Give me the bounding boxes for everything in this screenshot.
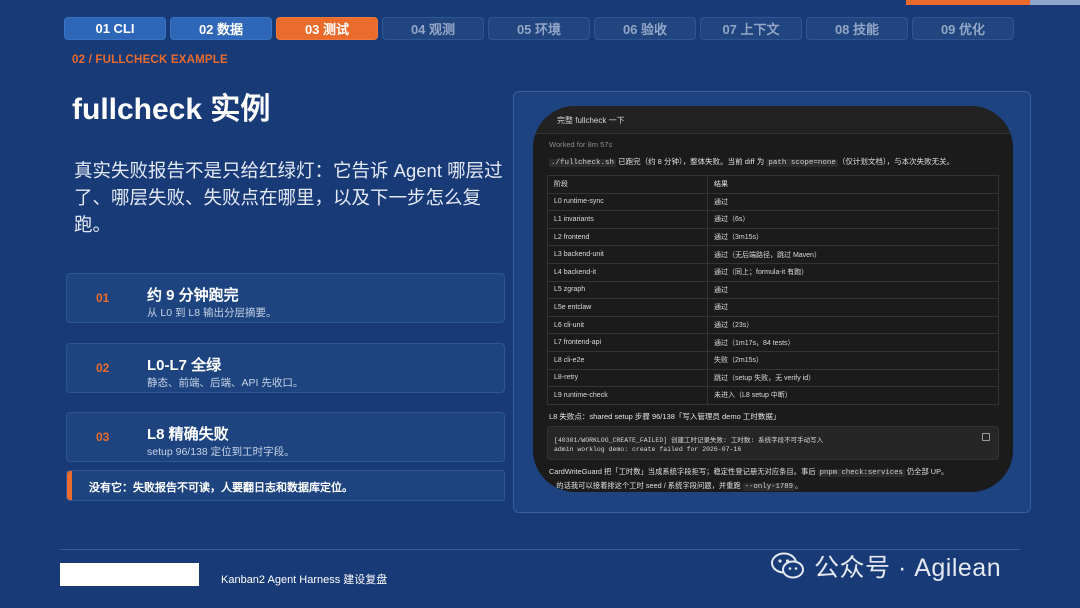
point-card-2: 02 L0-L7 全绿 静态、前端、后端、API 先收口。	[66, 343, 505, 393]
footer-text: Kanban2 Agent Harness 建设复盘	[221, 574, 388, 586]
result-cell: 通过（6s）	[707, 210, 999, 229]
summary-text-b: （仅计划文档），与本次失败无关。	[837, 157, 955, 166]
note2-code: --only-1789	[742, 483, 795, 491]
result-cell: 跳过（setup 失败，无 verify id）	[707, 368, 999, 388]
table-row: L4 backend-it 通过（同上；formula-it 有跑）	[547, 262, 999, 282]
table-row: L6 cli-unit 通过（23s）	[547, 315, 999, 335]
stage-cell: L5e entclaw	[547, 298, 708, 317]
stage-cell: L0 runtime-sync	[547, 192, 708, 212]
table-row: L1 invariants 通过（6s）	[547, 210, 999, 229]
result-cell: 通过（无后端路径，跳过 Maven）	[707, 245, 999, 264]
result-cell: 通过	[707, 280, 999, 300]
callout-accent-bar	[67, 471, 72, 500]
table-header-row: 阶段 结果	[547, 175, 999, 194]
card-title: L8 精确失败	[147, 426, 229, 443]
table-row: L5e entclaw 通过	[547, 298, 999, 317]
tab-context[interactable]: 07 上下文	[700, 17, 802, 40]
error-code-block: [40301/WORKLOG_CREATE_FAILED] 创建工时记录失败: …	[547, 426, 999, 460]
analysis-note-1: CardWriteGuard 把「工时数」当成系统字段拒写；稳定性登记册无对应条…	[549, 467, 948, 477]
slide: 01 CLI 02 数据 03 测试 04 观测 05 环境 06 验收 07 …	[0, 0, 1080, 608]
stage-cell: L1 invariants	[547, 210, 708, 229]
summary-text-a: 已跑完（约 8 分钟），整体失败。当前 diff 为	[616, 157, 767, 166]
result-cell: 通过（23s）	[707, 315, 999, 335]
stage-cell: L9 runtime-check	[547, 386, 708, 405]
stage-cell: L8 cli-e2e	[547, 350, 708, 370]
page-title: fullcheck 实例	[72, 93, 271, 126]
note2-text-a: …的话我可以接着排这个工时 seed / 系统字段问题，并重跑	[549, 481, 743, 490]
page-lead: 真实失败报告不是只给红绿灯：它告诉 Agent 哪层过了、哪层失败、失败点在哪里…	[74, 160, 503, 235]
terminal-screenshot: 完整 fullcheck 一下 Worked for 8m 57s ./full…	[533, 106, 1013, 492]
card-number: 02	[96, 361, 110, 375]
result-cell: 通过（同上；formula-it 有跑）	[707, 262, 999, 282]
card-description: 从 L0 到 L8 输出分层摘要。	[147, 307, 277, 319]
worked-duration: Worked for 8m 57s	[549, 140, 613, 149]
result-cell: 未进入（L8 setup 中断）	[707, 386, 999, 405]
table-row: L0 runtime-sync 通过	[547, 192, 999, 212]
results-table: 阶段 结果 L0 runtime-sync 通过 L1 invariants 通过（…	[547, 175, 999, 405]
callout-text: 没有它：失败报告不可读，人要翻日志和数据库定位。	[89, 482, 353, 494]
table-row: L8-retry 跳过（setup 失败，无 verify id）	[547, 368, 999, 388]
result-cell: 通过	[707, 298, 999, 317]
tab-testing[interactable]: 03 测试	[276, 17, 378, 40]
tab-cli[interactable]: 01 CLI	[64, 17, 166, 40]
tab-acceptance[interactable]: 06 验收	[594, 17, 696, 40]
tab-data[interactable]: 02 数据	[170, 17, 272, 40]
point-card-1: 01 约 9 分钟跑完 从 L0 到 L8 输出分层摘要。	[66, 273, 505, 323]
column-header-stage: 阶段	[547, 175, 708, 194]
tab-environment[interactable]: 05 环境	[488, 17, 590, 40]
stage-cell: L3 backend-unit	[547, 245, 708, 264]
card-title: L0-L7 全绿	[147, 357, 222, 374]
accent-bar-orange	[906, 0, 1030, 5]
table-row: L8 cli-e2e 失败（2m15s）	[547, 350, 999, 370]
point-card-3: 03 L8 精确失败 setup 96/138 定位到工时字段。	[66, 412, 505, 462]
card-number: 03	[96, 430, 110, 444]
run-summary: ./fullcheck.sh 已跑完（约 8 分钟），整体失败。当前 diff …	[549, 156, 954, 167]
column-header-result: 结果	[707, 175, 999, 194]
watermark-text: 公众号 · Agilean	[814, 554, 1002, 582]
scope-code: path scope=none	[766, 159, 838, 167]
copy-icon[interactable]	[982, 433, 990, 441]
table-row: L5 zgraph 通过	[547, 280, 999, 300]
note1-text-b: 仍全部 UP。	[904, 467, 949, 476]
card-description: 静态、前端、后端、API 先收口。	[147, 377, 304, 389]
analysis-note-2: …的话我可以接着排这个工时 seed / 系统字段问题，并重跑 --only-1…	[549, 481, 802, 491]
screenshot-panel: 完整 fullcheck 一下 Worked for 8m 57s ./full…	[513, 91, 1031, 513]
table-row: L9 runtime-check 未进入（L8 setup 中断）	[547, 386, 999, 405]
accent-bar-blue	[1030, 0, 1080, 5]
callout: 没有它：失败报告不可读，人要翻日志和数据库定位。	[66, 470, 505, 501]
footer-logo-box	[60, 563, 199, 586]
wechat-icon	[770, 552, 806, 580]
stage-cell: L7 frontend-api	[547, 333, 708, 352]
table-row: L7 frontend-api 通过（1m17s，84 tests）	[547, 333, 999, 352]
stage-cell: L4 backend-it	[547, 262, 708, 282]
result-cell: 通过	[707, 192, 999, 212]
tab-optimization[interactable]: 09 优化	[912, 17, 1014, 40]
result-cell: 通过（3m15s）	[707, 227, 999, 247]
stage-cell: L5 zgraph	[547, 280, 708, 300]
result-cell: 失败（2m15s）	[707, 350, 999, 370]
note2-text-b: 。	[794, 481, 803, 490]
stage-cell: L8-retry	[547, 368, 708, 388]
error-line-1: [40301/WORKLOG_CREATE_FAILED] 创建工时记录失败: …	[554, 437, 824, 444]
tab-observability[interactable]: 04 观测	[382, 17, 484, 40]
card-number: 01	[96, 291, 110, 305]
table-row: L2 frontend 通过（3m15s）	[547, 227, 999, 247]
watermark: 公众号 · Agilean	[770, 548, 1001, 584]
result-cell: 通过（1m17s，84 tests）	[707, 333, 999, 352]
card-description: setup 96/138 定位到工时字段。	[147, 446, 295, 458]
section-label: 02 / FULLCHECK EXAMPLE	[72, 54, 228, 66]
card-title: 约 9 分钟跑完	[147, 287, 239, 304]
error-line-2: admin worklog demo: create failed for 20…	[554, 446, 742, 453]
section-tabs: 01 CLI 02 数据 03 测试 04 观测 05 环境 06 验收 07 …	[64, 17, 1014, 40]
tab-skills[interactable]: 08 技能	[806, 17, 908, 40]
note1-code: pnpm check:services	[817, 469, 905, 477]
fail-point: L8 失败点：shared setup 步骤 96/138「写入管理员 demo…	[549, 412, 781, 421]
note1-text-a: CardWriteGuard 把「工时数」当成系统字段拒写；稳定性登记册无对应条…	[549, 467, 818, 476]
stage-cell: L2 frontend	[547, 227, 708, 247]
stage-cell: L6 cli-unit	[547, 315, 708, 335]
screenshot-header-text: 完整 fullcheck 一下	[557, 116, 625, 125]
command-code: ./fullcheck.sh	[549, 159, 617, 167]
screenshot-header: 完整 fullcheck 一下	[533, 106, 1013, 134]
table-row: L3 backend-unit 通过（无后端路径，跳过 Maven）	[547, 245, 999, 264]
